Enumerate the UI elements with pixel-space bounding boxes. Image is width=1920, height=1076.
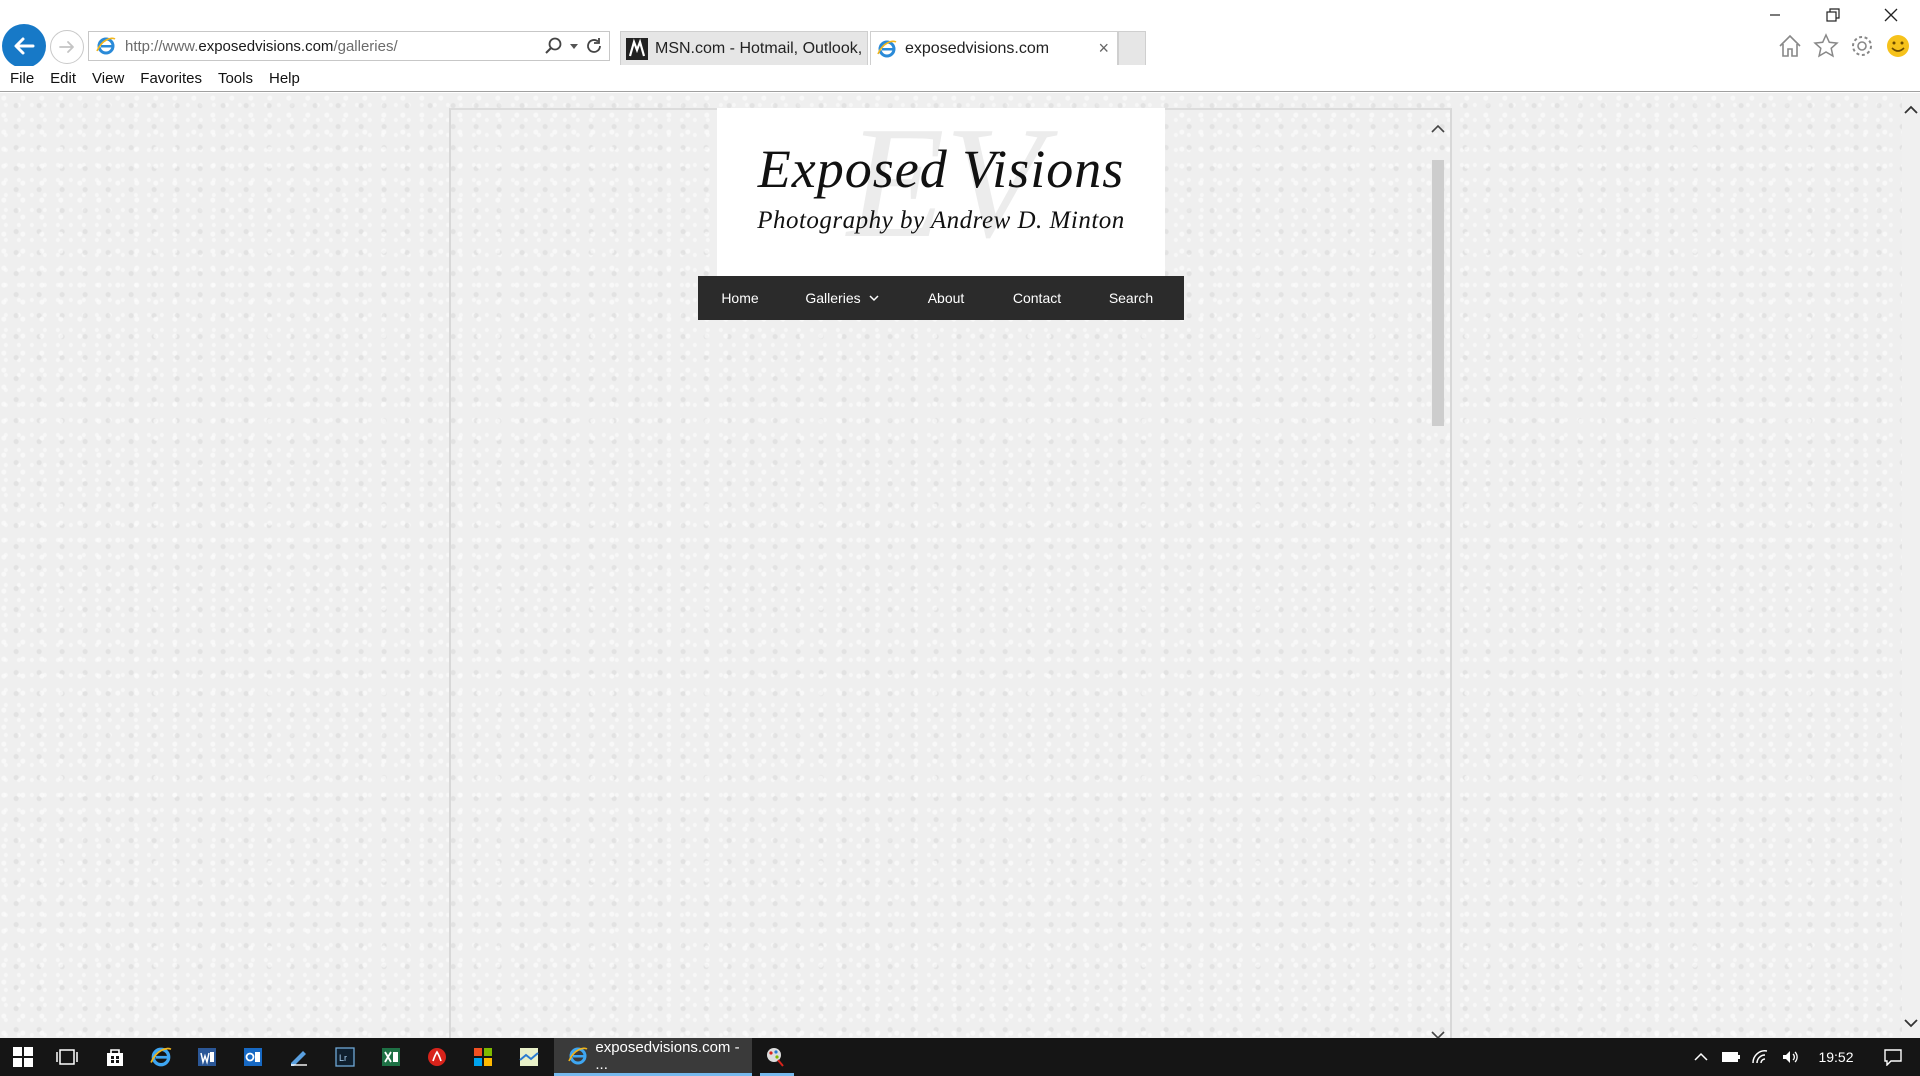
search-icon[interactable] (545, 37, 563, 55)
close-tab-icon[interactable]: × (1098, 38, 1109, 59)
nav-galleries[interactable]: Galleries (782, 276, 902, 320)
menu-view[interactable]: View (92, 70, 124, 87)
taskbar: Lr exposedvisions.com - ... 19:52 (0, 1038, 1920, 1076)
page-viewport: EV Exposed Visions Photography by Andrew… (0, 93, 1920, 1040)
chevron-up-icon[interactable] (1686, 1052, 1716, 1062)
ie-favicon-icon (93, 33, 119, 59)
outlook-icon[interactable] (238, 1042, 268, 1072)
tab-exposedvisions[interactable]: exposedvisions.com × (870, 31, 1118, 65)
nav-search[interactable]: Search (1084, 276, 1178, 320)
back-button[interactable] (2, 24, 46, 68)
address-bar[interactable]: http://www.exposedvisions.com/galleries/ (88, 31, 610, 61)
paint-app-icon[interactable] (760, 1042, 790, 1072)
store-icon[interactable] (100, 1042, 130, 1072)
forward-button[interactable] (50, 30, 84, 64)
msn-favicon-icon (625, 37, 649, 61)
site-navigation: Home Galleries About Contact Search (698, 276, 1184, 320)
acrobat-icon[interactable] (422, 1042, 452, 1072)
refresh-icon[interactable] (585, 37, 603, 55)
site-logo[interactable]: EV Exposed Visions Photography by Andrew… (717, 108, 1165, 276)
tiles-app-icon[interactable] (468, 1042, 498, 1072)
tab-msn[interactable]: MSN.com - Hotmail, Outlook, ... (620, 31, 868, 65)
page-scroll-up-icon[interactable] (1904, 103, 1918, 117)
action-center-icon[interactable] (1866, 1048, 1920, 1066)
favorites-star-icon[interactable] (1812, 32, 1840, 60)
page-scrollbar[interactable] (1902, 93, 1920, 1038)
svg-text:Lr: Lr (339, 1053, 347, 1063)
smiley-feedback-icon[interactable] (1884, 32, 1912, 60)
menu-tools[interactable]: Tools (218, 70, 253, 87)
minimize-icon (1770, 14, 1780, 16)
address-url[interactable]: http://www.exposedvisions.com/galleries/ (119, 38, 545, 55)
nav-home[interactable]: Home (698, 276, 782, 320)
tab-label: exposedvisions.com (905, 39, 1050, 57)
maps-app-icon[interactable] (514, 1042, 544, 1072)
excel-icon[interactable] (376, 1042, 406, 1072)
menu-file[interactable]: File (10, 70, 34, 87)
tab-label: MSN.com - Hotmail, Outlook, ... (655, 39, 868, 57)
arrow-left-icon (14, 37, 35, 55)
wifi-icon[interactable] (1746, 1049, 1776, 1065)
taskbar-ie-window[interactable]: exposedvisions.com - ... (554, 1038, 752, 1076)
menu-help[interactable]: Help (269, 70, 300, 87)
restore-icon (1826, 8, 1840, 22)
app-pen-icon[interactable] (284, 1042, 314, 1072)
home-icon[interactable] (1776, 32, 1804, 60)
minimize-button[interactable] (1746, 0, 1804, 30)
nav-about[interactable]: About (902, 276, 990, 320)
close-window-button[interactable] (1862, 0, 1920, 30)
frame-scroll-up-icon[interactable] (1430, 122, 1446, 136)
windows-start-icon[interactable] (8, 1042, 38, 1072)
task-view-icon[interactable] (52, 1042, 82, 1072)
battery-icon[interactable] (1716, 1051, 1746, 1063)
restore-button[interactable] (1804, 0, 1862, 30)
lightroom-icon[interactable]: Lr (330, 1042, 360, 1072)
page-scroll-down-icon[interactable] (1904, 1016, 1918, 1030)
ie-favicon-icon (566, 1044, 589, 1068)
nav-contact[interactable]: Contact (990, 276, 1084, 320)
volume-icon[interactable] (1776, 1049, 1806, 1065)
taskbar-window-label: exposedvisions.com - ... (595, 1038, 740, 1073)
logo-subtitle: Photography by Andrew D. Minton (757, 207, 1125, 234)
ie-taskbar-icon[interactable] (146, 1042, 176, 1072)
clock[interactable]: 19:52 (1806, 1049, 1866, 1065)
chevron-down-icon[interactable] (569, 41, 579, 51)
settings-gear-icon[interactable] (1848, 32, 1876, 60)
ie-favicon-icon (875, 37, 899, 61)
arrow-right-icon (59, 41, 74, 53)
system-tray: 19:52 (1686, 1038, 1920, 1076)
nav-galleries-label: Galleries (805, 290, 861, 306)
chevron-down-icon (869, 294, 879, 302)
browser-titlebar: http://www.exposedvisions.com/galleries/… (0, 0, 1920, 68)
word-icon[interactable] (192, 1042, 222, 1072)
logo-title: Exposed Visions (757, 139, 1125, 199)
new-tab-button[interactable] (1118, 31, 1146, 65)
menu-bar: File Edit View Favorites Tools Help (0, 66, 1920, 92)
menu-favorites[interactable]: Favorites (140, 70, 202, 87)
menu-edit[interactable]: Edit (50, 70, 76, 87)
close-icon (1884, 8, 1898, 22)
frame-scrollbar-thumb[interactable] (1432, 160, 1444, 426)
